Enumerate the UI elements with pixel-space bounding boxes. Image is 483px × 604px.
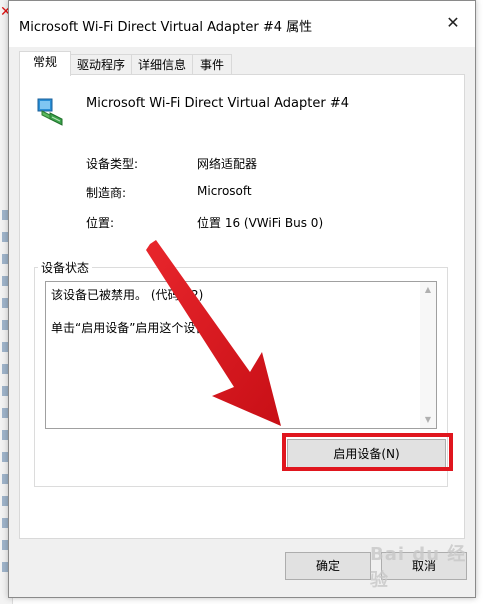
close-icon[interactable]: ✕ — [443, 13, 463, 33]
device-type-value: 网络适配器 — [197, 157, 258, 171]
location-label: 位置: — [86, 216, 115, 230]
device-status-textbox[interactable]: 该设备已被禁用。 (代码 22) 单击“启用设备”启用这个设备。 ▲ ▼ — [45, 281, 437, 429]
tab-details[interactable]: 详细信息 — [131, 54, 193, 75]
status-line-instruction: 单击“启用设备”启用这个设备。 — [51, 321, 220, 335]
window-title: Microsoft Wi-Fi Direct Virtual Adapter #… — [19, 20, 313, 35]
ok-button[interactable]: 确定 — [285, 552, 371, 580]
network-adapter-icon — [37, 98, 63, 126]
device-type-label: 设备类型: — [86, 157, 139, 171]
title-bar[interactable]: Microsoft Wi-Fi Direct Virtual Adapter #… — [9, 1, 475, 47]
scroll-down-icon[interactable]: ▼ — [420, 412, 436, 428]
tab-general[interactable]: 常规 — [19, 51, 71, 76]
device-name: Microsoft Wi-Fi Direct Virtual Adapter #… — [86, 96, 349, 111]
status-line-disabled: 该设备已被禁用。 (代码 22) — [51, 288, 204, 302]
general-tab-panel: Microsoft Wi-Fi Direct Virtual Adapter #… — [19, 74, 465, 539]
location-value: 位置 16 (VWiFi Bus 0) — [197, 216, 324, 230]
tab-driver[interactable]: 驱动程序 — [70, 54, 132, 75]
scroll-up-icon[interactable]: ▲ — [420, 282, 436, 298]
manufacturer-label: 制造商: — [86, 186, 127, 200]
status-scrollbar[interactable]: ▲ ▼ — [420, 282, 436, 428]
device-status-title: 设备状态 — [38, 259, 93, 276]
highlight-box — [282, 433, 453, 471]
tab-events[interactable]: 事件 — [192, 54, 232, 75]
properties-dialog: Microsoft Wi-Fi Direct Virtual Adapter #… — [8, 0, 476, 598]
watermark: Bai du 经验 — [370, 544, 467, 591]
manufacturer-value: Microsoft — [197, 184, 252, 198]
